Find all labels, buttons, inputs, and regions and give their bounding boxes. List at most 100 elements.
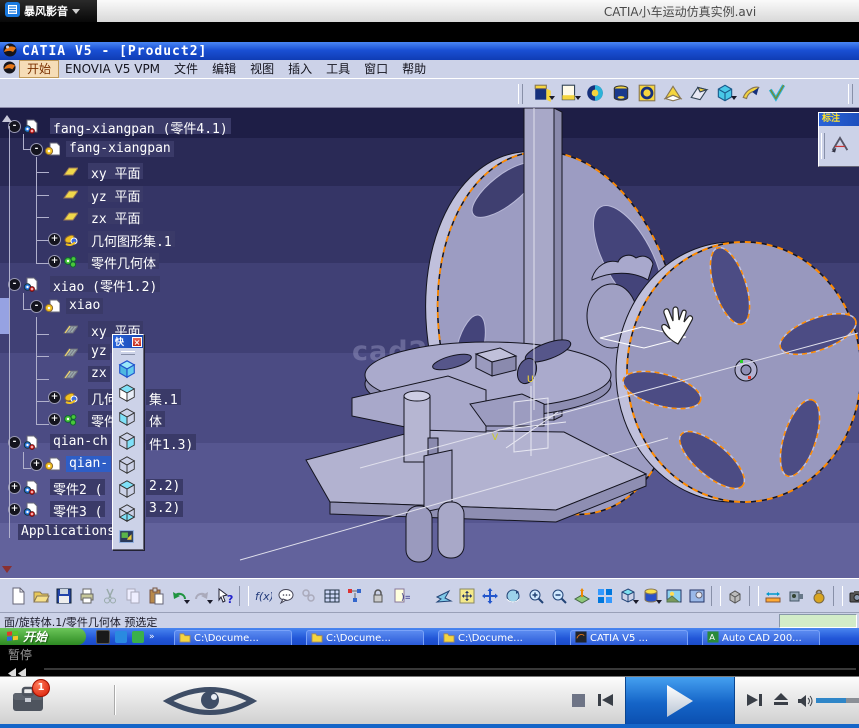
expand-icon[interactable]: + (48, 413, 61, 426)
wedge-icon[interactable] (660, 81, 686, 105)
power-input-field[interactable] (779, 614, 857, 628)
zoom-in-icon[interactable] (524, 584, 547, 608)
previous-button[interactable] (597, 692, 614, 712)
tree-node-label[interactable]: yz (88, 344, 110, 360)
fit-all-icon[interactable] (455, 584, 478, 608)
tree-node-label[interactable]: 零件3 ( (50, 501, 105, 517)
plane-h-icon[interactable] (62, 344, 78, 360)
lefteye-button[interactable] (162, 686, 258, 720)
tree-scroll-up-icon[interactable] (2, 110, 12, 122)
start-button[interactable]: 开始 (0, 628, 86, 645)
partgear-icon[interactable] (44, 298, 60, 314)
save-icon[interactable] (52, 584, 75, 608)
tree-scroll-down-icon[interactable] (2, 566, 12, 578)
collapse-icon[interactable]: - (30, 300, 43, 313)
mass-icon[interactable] (807, 584, 830, 608)
taskbar-button[interactable]: CATIA V5 ... (570, 630, 688, 645)
cut-icon[interactable] (98, 584, 121, 608)
zoom-out-icon[interactable] (547, 584, 570, 608)
expand-icon[interactable]: + (48, 391, 61, 404)
tree-node-label-cont[interactable]: 2.2) (146, 479, 183, 495)
collapse-icon[interactable]: - (30, 143, 43, 156)
tree-node-label[interactable]: yz 平面 (88, 186, 143, 202)
shading-hidden-edges-icon[interactable] (113, 405, 141, 429)
plane-h-icon[interactable] (62, 366, 78, 382)
tree-node-label[interactable]: qian- (66, 456, 111, 472)
taskbar-button[interactable]: C:\Docume... (438, 630, 556, 645)
shading-edges-icon[interactable] (113, 381, 141, 405)
measure-between-icon[interactable] (761, 584, 784, 608)
taskbar-button[interactable]: C:\Docume... (306, 630, 424, 645)
menu-7[interactable]: 窗口 (357, 61, 395, 77)
quick-launch-icon[interactable] (96, 630, 110, 644)
measure-item-icon[interactable] (784, 584, 807, 608)
analysis-icon[interactable] (764, 81, 790, 105)
customize-view-icon[interactable] (113, 525, 141, 549)
plane-icon[interactable] (62, 163, 78, 179)
menu-6[interactable]: 工具 (319, 61, 357, 77)
multi-view-icon[interactable] (593, 584, 616, 608)
copy-icon[interactable] (121, 584, 144, 608)
menu-4[interactable]: 视图 (243, 61, 281, 77)
toolbar-grip[interactable] (821, 133, 825, 159)
text-annotation-icon[interactable] (829, 133, 851, 159)
toolbar-grip[interactable] (518, 84, 523, 104)
open-icon[interactable] (29, 584, 52, 608)
tree-node-label[interactable]: zx 平面 (88, 208, 143, 224)
wireframe-icon[interactable] (113, 453, 141, 477)
progress-bar[interactable] (44, 668, 856, 670)
play-button[interactable] (625, 677, 735, 724)
volume-slider[interactable] (816, 698, 859, 703)
report-icon[interactable]: )= (389, 584, 412, 608)
sketcher-icon[interactable] (530, 81, 556, 105)
drawing-icon[interactable] (556, 81, 582, 105)
tree-node-label-cont[interactable]: 集.1 (146, 389, 181, 405)
link-icon[interactable] (297, 584, 320, 608)
wireframe-bottom-icon[interactable] (113, 501, 141, 525)
geoset-icon[interactable] (62, 389, 78, 405)
tree-node-label[interactable]: xiao (66, 298, 103, 314)
part-icon[interactable] (22, 118, 38, 134)
tree-node-label[interactable]: 零件几何体 (88, 253, 159, 269)
annotation-title[interactable]: 标注 (819, 113, 859, 126)
quick-view-titlebar[interactable]: 快 × (113, 335, 143, 348)
part-icon[interactable] (22, 276, 38, 292)
quick-launch-icon[interactable] (132, 631, 144, 643)
menu-3[interactable]: 编辑 (205, 61, 243, 77)
partgear-icon[interactable] (44, 456, 60, 472)
plane-icon[interactable] (62, 208, 78, 224)
print-icon[interactable] (75, 584, 98, 608)
chevron-more-icon[interactable]: » (149, 632, 155, 642)
shading-icon[interactable] (113, 357, 141, 381)
expand-icon[interactable]: + (30, 458, 43, 471)
tree-node-label[interactable]: fang-xiangpan (66, 141, 174, 157)
render-style-icon[interactable] (639, 584, 662, 608)
partgear-icon[interactable] (44, 141, 60, 157)
tree-node-label[interactable]: Applications (18, 524, 118, 540)
tree-node-label[interactable]: fang-xiangpan (零件4.1) (50, 118, 231, 134)
tree-node-label[interactable]: qian-ch (50, 434, 111, 450)
geoset-icon[interactable] (62, 231, 78, 247)
redo-icon[interactable] (190, 584, 213, 608)
stop-button[interactable] (572, 694, 585, 707)
part-icon[interactable] (22, 434, 38, 450)
plane-h-icon[interactable] (62, 321, 78, 337)
menu-8[interactable]: 帮助 (395, 61, 433, 77)
whats-this-icon[interactable]: ? (213, 584, 236, 608)
paste-icon[interactable] (144, 584, 167, 608)
expand-icon[interactable]: + (48, 255, 61, 268)
tree-node-label-cont[interactable]: 件1.3) (146, 434, 196, 450)
pad-icon[interactable] (608, 81, 634, 105)
assembly-icon[interactable] (712, 81, 738, 105)
tree-node-label[interactable]: 几何图形集.1 (88, 231, 175, 247)
tree-node-label-cont[interactable]: 3.2) (146, 501, 183, 517)
pocket-icon[interactable] (634, 81, 660, 105)
fly-mode-icon[interactable] (432, 584, 455, 608)
new-document-icon[interactable] (6, 584, 29, 608)
tree-node-label[interactable]: zx (88, 366, 110, 382)
menu-5[interactable]: 插入 (281, 61, 319, 77)
freestyle-icon[interactable] (738, 81, 764, 105)
quick-launch-icon[interactable] (115, 631, 127, 643)
render-env-2-icon[interactable] (685, 584, 708, 608)
body-icon[interactable] (62, 253, 78, 269)
